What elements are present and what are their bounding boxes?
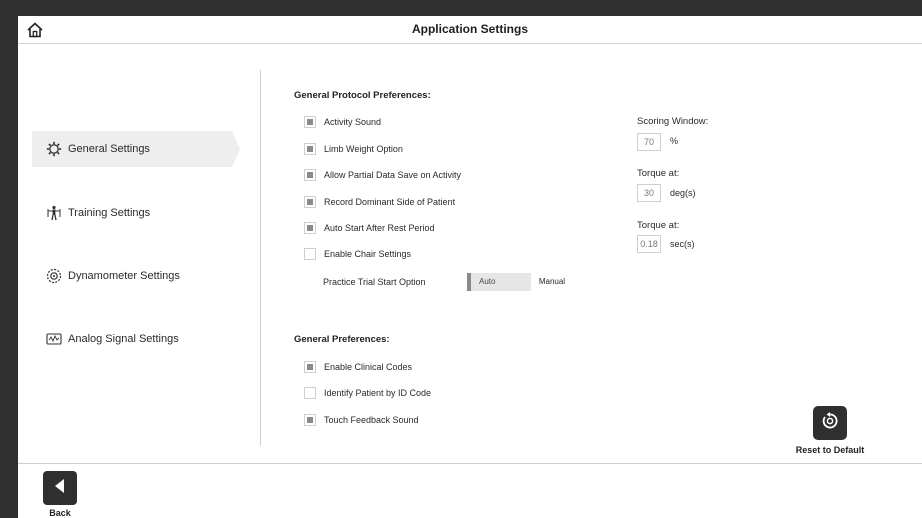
window-left-bar bbox=[0, 16, 18, 518]
checkbox-label: Auto Start After Rest Period bbox=[324, 223, 435, 233]
torque-sec-input[interactable]: 0.18 bbox=[637, 235, 661, 253]
checkbox-activity-sound[interactable]: Activity Sound bbox=[304, 116, 381, 128]
checkbox-allow-partial-data-save[interactable]: Allow Partial Data Save on Activity bbox=[304, 169, 461, 181]
sidebar-item-label: Training Settings bbox=[68, 207, 151, 219]
gear-icon bbox=[46, 141, 62, 157]
checkbox[interactable] bbox=[304, 169, 316, 181]
checkbox[interactable] bbox=[304, 196, 316, 208]
scoring-window-input[interactable]: 70 bbox=[637, 133, 661, 151]
checkbox[interactable] bbox=[304, 143, 316, 155]
analog-signal-icon bbox=[46, 331, 62, 347]
vertical-divider bbox=[260, 70, 261, 446]
settings-panel bbox=[18, 45, 922, 463]
dynamometer-icon bbox=[46, 268, 62, 284]
training-figure-icon bbox=[46, 205, 62, 221]
protocol-section-title: General Protocol Preferences: bbox=[294, 90, 431, 101]
torque-sec-label: Torque at: bbox=[637, 220, 680, 231]
checkbox-auto-start-after-rest[interactable]: Auto Start After Rest Period bbox=[304, 222, 435, 234]
checkbox-label: Allow Partial Data Save on Activity bbox=[324, 170, 462, 180]
checkbox[interactable] bbox=[304, 116, 316, 128]
window-top-bar bbox=[0, 0, 922, 16]
sidebar-item-dynamometer-settings[interactable]: Dynamometer Settings bbox=[32, 258, 232, 294]
scoring-window-unit: % bbox=[670, 136, 679, 146]
sidebar-item-label: General Settings bbox=[68, 143, 150, 155]
checkbox-label: Limb Weight Option bbox=[324, 144, 403, 154]
torque-deg-unit: deg(s) bbox=[670, 188, 696, 198]
checkbox[interactable] bbox=[304, 248, 316, 260]
reset-to-default-button[interactable] bbox=[813, 406, 847, 440]
checkbox-enable-chair-settings[interactable]: Enable Chair Settings bbox=[304, 248, 411, 260]
checkbox-record-dominant-side[interactable]: Record Dominant Side of Patient bbox=[304, 196, 455, 208]
checkbox-identify-patient-by-id[interactable]: Identify Patient by ID Code bbox=[304, 387, 431, 399]
back-label: Back bbox=[49, 508, 71, 518]
back-button[interactable] bbox=[43, 471, 77, 505]
checkbox-label: Identify Patient by ID Code bbox=[324, 388, 432, 398]
scoring-window-label: Scoring Window: bbox=[637, 116, 709, 127]
torque-deg-input[interactable]: 30 bbox=[637, 184, 661, 202]
checkbox-touch-feedback-sound[interactable]: Touch Feedback Sound bbox=[304, 414, 419, 426]
checkbox[interactable] bbox=[304, 414, 316, 426]
reset-icon bbox=[820, 411, 840, 436]
app-header: Application Settings bbox=[18, 16, 922, 44]
practice-trial-label: Practice Trial Start Option bbox=[323, 277, 426, 287]
practice-option-manual[interactable]: Manual bbox=[531, 273, 571, 291]
checkbox-label: Enable Clinical Codes bbox=[324, 362, 413, 372]
checkbox[interactable] bbox=[304, 222, 316, 234]
checkbox-label: Record Dominant Side of Patient bbox=[324, 197, 456, 207]
torque-sec-unit: sec(s) bbox=[670, 239, 695, 249]
practice-option-auto[interactable]: Auto bbox=[467, 273, 531, 291]
checkbox[interactable] bbox=[304, 387, 316, 399]
checkbox[interactable] bbox=[304, 361, 316, 373]
torque-deg-label: Torque at: bbox=[637, 168, 680, 179]
practice-trial-toggle[interactable]: Auto Manual bbox=[467, 273, 571, 291]
page-title: Application Settings bbox=[411, 22, 528, 36]
sidebar-item-analog-signal-settings[interactable]: Analog Signal Settings bbox=[32, 321, 232, 357]
checkbox-label: Touch Feedback Sound bbox=[324, 415, 419, 425]
sidebar-item-label: Analog Signal Settings bbox=[68, 333, 179, 345]
checkbox-enable-clinical-codes[interactable]: Enable Clinical Codes bbox=[304, 361, 412, 373]
checkbox-label: Enable Chair Settings bbox=[324, 249, 412, 259]
checkbox-label: Activity Sound bbox=[324, 117, 382, 127]
back-arrow-icon bbox=[52, 477, 68, 500]
checkbox-limb-weight-option[interactable]: Limb Weight Option bbox=[304, 143, 403, 155]
bottom-divider bbox=[18, 463, 922, 464]
sidebar-item-label: Dynamometer Settings bbox=[68, 270, 180, 282]
reset-to-default-label: Reset to Default bbox=[795, 445, 865, 455]
general-section-title: General Preferences: bbox=[294, 334, 390, 345]
sidebar-item-general-settings[interactable]: General Settings bbox=[32, 131, 240, 167]
sidebar-item-training-settings[interactable]: Training Settings bbox=[32, 195, 232, 231]
